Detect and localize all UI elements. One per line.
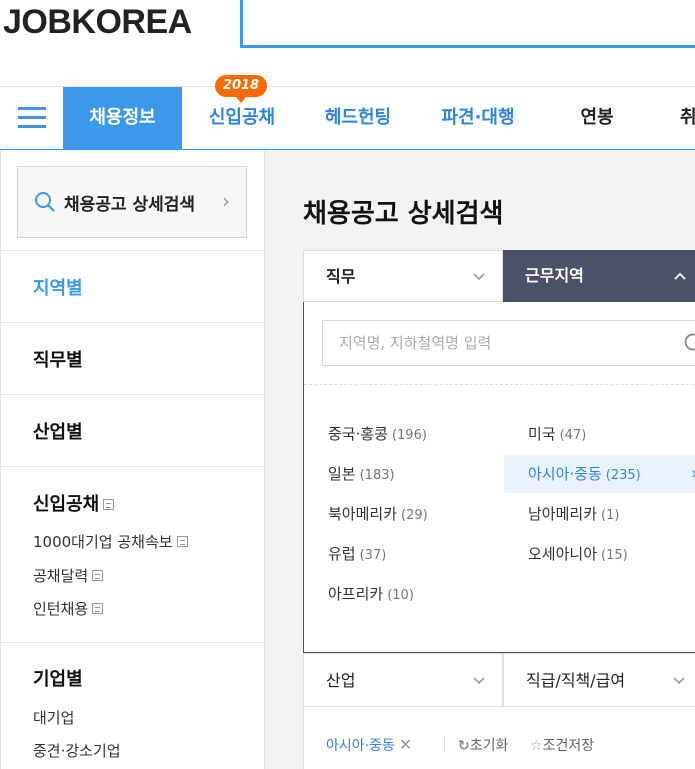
sidebar-section-company: 기업별 대기업 중견·강소기업 xyxy=(1,642,265,769)
page-title: 채용공고 상세검색 xyxy=(303,199,504,229)
search-icon[interactable] xyxy=(683,332,695,360)
tab-salary[interactable]: 연봉 xyxy=(570,87,624,149)
main-content: 채용공고 상세검색 직무 근무지역 중국·홍콩(196) 미국(47) 일본(1… xyxy=(265,150,695,769)
region-name: 남아메리카 xyxy=(528,505,598,523)
sidebar-item-newgrad[interactable]: 신입공채 xyxy=(33,490,115,516)
region-count: (15) xyxy=(601,548,628,563)
region-count: (235) xyxy=(605,468,641,483)
region-name: 아프리카 xyxy=(328,585,384,603)
region-name: 북아메리카 xyxy=(328,505,398,523)
region-count: (1) xyxy=(601,508,620,523)
region-count: (37) xyxy=(359,548,387,563)
sidebar-item-industry[interactable]: 산업별 xyxy=(33,418,83,444)
detail-search-label: 채용공고 상세검색 xyxy=(64,195,196,215)
chevron-right-icon: › xyxy=(222,189,230,213)
region-option-africa[interactable]: 아프리카 (10) xyxy=(328,575,414,613)
chevron-down-icon xyxy=(472,654,486,708)
region-name: 유럽 xyxy=(328,545,356,563)
region-count: (196) xyxy=(391,428,427,443)
region-search-field[interactable] xyxy=(322,320,695,366)
filter-industry-label: 산업 xyxy=(326,671,356,690)
reset-label: 초기화 xyxy=(469,738,509,754)
sidebar-item-company[interactable]: 기업별 xyxy=(33,665,83,691)
region-name: 오세아니아 xyxy=(528,545,598,563)
sidebar-section-industry: 산업별 xyxy=(1,394,265,466)
region-search-input[interactable] xyxy=(323,321,643,365)
refresh-icon: ↻ xyxy=(458,738,470,754)
region-count: (183) xyxy=(359,468,395,483)
tab-headhunting[interactable]: 헤드헌팅 xyxy=(316,87,400,149)
star-icon: ☆ xyxy=(530,738,543,754)
region-count: (47) xyxy=(559,428,587,443)
tab-more[interactable]: 취 xyxy=(680,87,695,149)
region-name: 일본 xyxy=(328,465,356,483)
region-option-europe[interactable]: 유럽 (37) xyxy=(328,535,386,573)
filter-job-label: 직무 xyxy=(326,267,356,286)
sidebar-item-job[interactable]: 직무별 xyxy=(33,346,83,372)
region-option-asia-middleeast[interactable]: 아시아·중동(235) › xyxy=(504,455,695,493)
save-label: 조건저장 xyxy=(542,738,595,754)
sidebar-subitem-calendar[interactable]: 공채달력 xyxy=(33,565,104,586)
close-icon[interactable]: ✕ xyxy=(399,735,412,754)
region-name: 중국·홍콩 xyxy=(328,425,388,443)
sidebar: 채용공고 상세검색 › 지역별 직무별 산업별 신입공채 1000대기업 공채속… xyxy=(0,150,265,769)
sidebar-subitem-intern[interactable]: 인턴채용 xyxy=(33,598,104,619)
chevron-right-icon: › xyxy=(691,455,695,493)
calendar-label: 공채달력 xyxy=(33,567,89,585)
new-window-icon xyxy=(92,603,104,614)
tab-recruit-info[interactable]: 채용정보 xyxy=(63,87,182,149)
sidebar-section-region: 지역별 xyxy=(1,250,265,322)
newgrad-label: 신입공채 xyxy=(33,494,100,515)
sidebar-subitem-top1000[interactable]: 1000대기업 공채속보 xyxy=(33,531,188,552)
sidebar-subitem-large[interactable]: 대기업 xyxy=(33,707,74,728)
region-name: 미국 xyxy=(528,425,556,443)
tab-dispatch[interactable]: 파견·대행 xyxy=(432,87,524,149)
region-count: (29) xyxy=(401,508,428,523)
selected-conditions-bar: 아시아·중동 ✕ ↻초기화 ☆조건저장 xyxy=(303,707,695,769)
chevron-up-icon xyxy=(673,250,687,302)
divider xyxy=(304,384,695,385)
region-option-japan[interactable]: 일본 (183) xyxy=(328,455,395,493)
chevron-down-icon xyxy=(672,654,686,708)
menu-icon[interactable] xyxy=(18,107,46,129)
region-option-usa[interactable]: 미국 (47) xyxy=(528,415,586,453)
new-window-icon xyxy=(92,570,104,581)
global-search-input[interactable] xyxy=(240,0,695,48)
divider xyxy=(444,737,445,751)
search-icon xyxy=(34,191,56,217)
sidebar-section-job: 직무별 xyxy=(1,322,265,394)
filter-rank-label: 직급/직책/급여 xyxy=(526,671,626,690)
new-window-icon xyxy=(103,498,115,510)
detail-search-button[interactable]: 채용공고 상세검색 › xyxy=(17,166,247,238)
filter-industry-dropdown[interactable]: 산업 xyxy=(303,653,503,707)
year-badge: 2018 xyxy=(215,75,267,103)
sidebar-subitem-midsize[interactable]: 중견·강소기업 xyxy=(33,740,121,761)
selected-chip: 아시아·중동 ✕ xyxy=(326,735,412,755)
filter-rank-dropdown[interactable]: 직급/직책/급여 xyxy=(503,653,695,707)
main-navigation: 채용정보 신입공채 2018 헤드헌팅 파견·대행 연봉 취 xyxy=(0,75,695,150)
chip-label: 아시아·중동 xyxy=(326,738,395,754)
region-option-china-hongkong[interactable]: 중국·홍콩 (196) xyxy=(328,415,427,453)
region-option-oceania[interactable]: 오세아니아 (15) xyxy=(528,535,628,573)
chevron-down-icon xyxy=(472,251,486,303)
filter-job-dropdown[interactable]: 직무 xyxy=(303,250,503,302)
top-bar: JOBKOREA xyxy=(0,0,695,86)
region-count: (10) xyxy=(387,588,414,603)
sidebar-item-region[interactable]: 지역별 xyxy=(33,274,83,300)
filter-region-dropdown[interactable]: 근무지역 xyxy=(503,250,695,302)
reset-button[interactable]: ↻초기화 xyxy=(458,735,508,755)
save-condition-button[interactable]: ☆조건저장 xyxy=(530,735,594,755)
intern-label: 인턴채용 xyxy=(33,600,89,618)
filter-region-label: 근무지역 xyxy=(525,266,584,285)
sidebar-section-newgrad: 신입공채 1000대기업 공채속보 공채달력 인턴채용 xyxy=(1,466,265,642)
region-option-north-america[interactable]: 북아메리카 (29) xyxy=(328,495,428,533)
new-window-icon xyxy=(176,536,188,547)
region-name: 아시아·중동 xyxy=(528,465,602,483)
top1000-label: 1000대기업 공채속보 xyxy=(33,533,173,551)
jobkorea-logo[interactable]: JOBKOREA xyxy=(3,2,192,42)
region-option-south-america[interactable]: 남아메리카 (1) xyxy=(528,495,619,533)
region-panel: 중국·홍콩(196) 미국(47) 일본(183) 아시아·중동(235) › 북… xyxy=(303,302,695,653)
